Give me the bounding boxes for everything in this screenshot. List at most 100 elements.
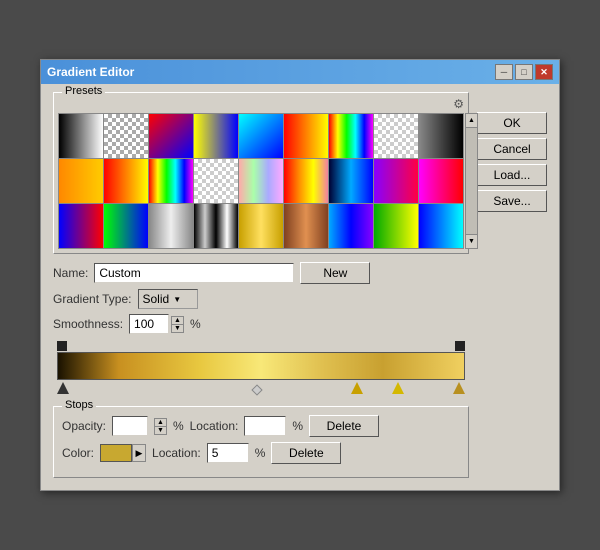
right-panel: OK Cancel Load... Save... [477,92,547,478]
preset-swatch[interactable] [104,204,148,248]
opacity-stop-left[interactable] [57,341,67,351]
window-content: Presets ⚙ [41,84,559,490]
preset-swatch[interactable] [239,159,283,203]
gradient-type-row: Gradient Type: Solid ▼ [53,289,469,309]
color-swatch[interactable] [100,444,132,462]
ok-button[interactable]: OK [477,112,547,134]
color-location-percent: % [255,446,266,460]
smoothness-down-icon[interactable]: ▼ [172,325,183,332]
opacity-down-icon[interactable]: ▼ [155,427,166,434]
preset-swatch[interactable] [149,204,193,248]
opacity-spinner[interactable]: ▲ ▼ [154,418,167,435]
smoothness-up-icon[interactable]: ▲ [172,317,183,325]
cancel-button[interactable]: Cancel [477,138,547,160]
smoothness-unit: % [190,317,201,331]
color-stop-gold-3[interactable] [453,382,465,394]
preset-swatch[interactable] [374,204,418,248]
smoothness-row: Smoothness: ▲ ▼ % [53,314,469,334]
color-location-input[interactable] [207,443,249,463]
smoothness-control: ▲ ▼ [129,314,184,334]
color-stops-row [57,382,465,398]
color-stop-black[interactable] [57,382,69,394]
gradient-bar-container [53,339,469,398]
opacity-stops-row [57,339,465,351]
preset-swatch[interactable] [329,159,373,203]
preset-swatch[interactable] [194,159,238,203]
maximize-button[interactable]: □ [515,64,533,80]
smoothness-label: Smoothness: [53,317,123,331]
left-panel: Presets ⚙ [53,92,469,478]
gradient-editor-window: Gradient Editor ─ □ ✕ Presets ⚙ [40,59,560,491]
title-bar-buttons: ─ □ ✕ [495,64,553,80]
load-button[interactable]: Load... [477,164,547,186]
color-stop-gold-2[interactable] [392,382,404,394]
stops-group: Stops Opacity: ▲ ▼ % Location: % Delete [53,406,469,478]
name-label: Name: [53,266,88,280]
preset-swatch[interactable] [419,204,463,248]
presets-gear-icon[interactable]: ⚙ [453,97,464,111]
gradient-type-value: Solid [143,292,170,306]
opacity-up-icon[interactable]: ▲ [155,419,166,427]
preset-swatch[interactable] [284,204,328,248]
presets-scrollbar: ▲ ▼ [465,113,478,249]
presets-grid [58,113,464,249]
name-row: Name: New [53,262,469,284]
preset-swatch[interactable] [329,114,373,158]
opacity-input[interactable] [112,416,148,436]
stops-group-label: Stops [62,399,96,411]
save-button[interactable]: Save... [477,190,547,212]
scroll-up-button[interactable]: ▲ [466,114,477,128]
color-stops-controls: Color: ▶ Location: % Delete [62,442,460,464]
smoothness-input[interactable] [129,314,169,334]
preset-swatch[interactable] [194,114,238,158]
opacity-location-input[interactable] [244,416,286,436]
preset-swatch[interactable] [239,204,283,248]
delete-color-button[interactable]: Delete [271,442,341,464]
opacity-label: Opacity: [62,419,106,433]
preset-swatch[interactable] [149,159,193,203]
preset-swatch[interactable] [239,114,283,158]
opacity-percent: % [173,419,184,433]
preset-swatch[interactable] [419,159,463,203]
gradient-type-select[interactable]: Solid ▼ [138,289,198,309]
scroll-down-button[interactable]: ▼ [466,234,477,248]
color-swatch-arrow-icon[interactable]: ▶ [132,444,146,462]
preset-swatch[interactable] [59,114,103,158]
title-bar: Gradient Editor ─ □ ✕ [41,60,559,84]
window-title: Gradient Editor [47,65,134,79]
preset-swatch[interactable] [194,204,238,248]
preset-swatch[interactable] [284,114,328,158]
preset-swatch[interactable] [104,114,148,158]
preset-swatch[interactable] [59,159,103,203]
preset-swatch[interactable] [284,159,328,203]
opacity-stop-right[interactable] [455,341,465,351]
color-midpoint-diamond[interactable] [251,384,262,395]
close-button[interactable]: ✕ [535,64,553,80]
opacity-stops-controls: Opacity: ▲ ▼ % Location: % Delete [62,415,460,437]
color-label: Color: [62,446,94,460]
minimize-button[interactable]: ─ [495,64,513,80]
preset-swatch[interactable] [374,114,418,158]
opacity-location-label: Location: [190,419,239,433]
gradient-type-label: Gradient Type: [53,292,132,306]
delete-opacity-button[interactable]: Delete [309,415,379,437]
gradient-bar[interactable] [57,352,465,380]
preset-swatch[interactable] [329,204,373,248]
smoothness-spinner[interactable]: ▲ ▼ [171,316,184,333]
scroll-track [466,128,477,234]
presets-header: ⚙ [58,97,464,111]
preset-swatch[interactable] [59,204,103,248]
gradient-type-arrow-icon: ▼ [173,295,181,304]
name-input[interactable] [94,263,294,283]
preset-swatch[interactable] [149,114,193,158]
presets-group: Presets ⚙ [53,92,469,254]
opacity-location-percent: % [292,419,303,433]
preset-swatch[interactable] [419,114,463,158]
new-button[interactable]: New [300,262,370,284]
color-location-label: Location: [152,446,201,460]
preset-swatch[interactable] [374,159,418,203]
color-swatch-group: ▶ [100,444,146,462]
presets-label: Presets [62,85,105,97]
color-stop-gold-1[interactable] [351,382,363,394]
preset-swatch[interactable] [104,159,148,203]
